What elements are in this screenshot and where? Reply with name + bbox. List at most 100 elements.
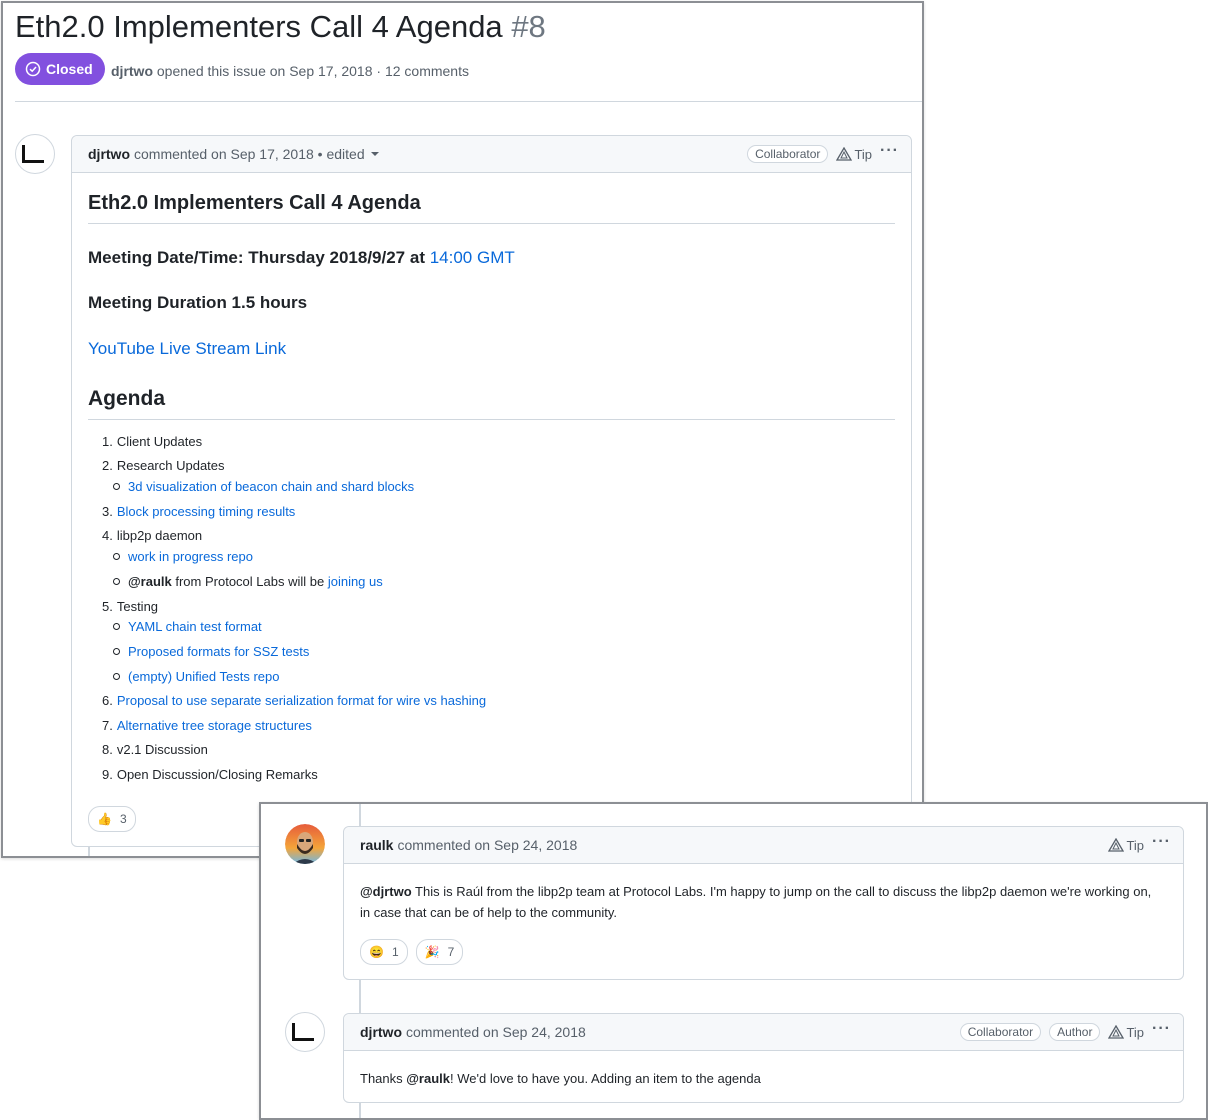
tip-label: Tip: [854, 146, 873, 162]
agenda-item-text: Research Updates: [116, 458, 225, 474]
more-options-icon[interactable]: ···: [1152, 833, 1171, 857]
item-number: 5.: [102, 598, 113, 614]
agenda-subitem: Proposed formats for SSZ tests: [113, 644, 309, 659]
triangle-tip-icon: [836, 147, 853, 161]
bullet-icon: [113, 578, 120, 586]
item-number: 7.: [102, 717, 113, 733]
mention-raulk[interactable]: @raulk: [128, 574, 172, 589]
timeline-line-bottom: [359, 1102, 361, 1118]
agenda-item: 2. Research Updates: [102, 458, 225, 473]
reply-text: Thanks @raulk! We'd love to have you. Ad…: [360, 1068, 1163, 1089]
raulk-comment: raulk commented on Sep 24, 2018 Tip ··· …: [343, 826, 1184, 980]
check-circle-icon: [25, 61, 41, 77]
agenda-link[interactable]: Alternative tree storage structures: [117, 718, 312, 733]
edited-dropdown-caret[interactable]: [370, 152, 379, 156]
issue-number: #8: [511, 9, 546, 44]
raulk-text: This is Raúl from the libp2p team at Pro…: [360, 884, 1152, 920]
tip-button[interactable]: Tip: [1108, 1025, 1144, 1040]
bullet-icon: [113, 672, 120, 680]
thumbs-up-reaction[interactable]: 👍 3: [88, 806, 136, 832]
issue-panel: Eth2.0 Implementers Call 4 Agenda #8 Clo…: [1, 1, 924, 858]
avatar-djrtwo[interactable]: [15, 134, 55, 174]
avatar-djrtwo-reply[interactable]: [285, 1012, 325, 1052]
mention-djrtwo[interactable]: @djrtwo: [360, 884, 412, 899]
agenda-item: 5. Testing: [102, 599, 158, 614]
agenda-item-text: libp2p daemon: [116, 528, 203, 544]
agenda-item: 3. Block processing timing results: [102, 504, 295, 519]
body-heading: Eth2.0 Implementers Call 4 Agenda: [88, 192, 895, 224]
agenda-item: 1. Client Updates: [102, 434, 202, 449]
comment-header: djrtwo commented on Sep 17, 2018 • edite…: [72, 136, 911, 173]
header-divider: [15, 101, 922, 102]
reply-text-a: Thanks: [360, 1071, 407, 1086]
closed-state-badge: Closed: [15, 53, 105, 85]
agenda-item-text: v2.1 Discussion: [116, 742, 208, 758]
youtube-stream-link[interactable]: YouTube Live Stream Link: [88, 339, 286, 358]
agenda-item-text: Testing: [116, 598, 159, 614]
tip-button[interactable]: Tip: [836, 147, 872, 162]
issue-author-link[interactable]: djrtwo: [111, 63, 153, 79]
comment-author[interactable]: djrtwo: [360, 1024, 402, 1040]
comment-author[interactable]: djrtwo: [88, 146, 130, 162]
bullet-icon: [113, 623, 120, 631]
comments-panel: raulk commented on Sep 24, 2018 Tip ··· …: [259, 802, 1208, 1120]
joining-us-link[interactable]: joining us: [328, 574, 383, 589]
agenda-subitem: work in progress repo: [113, 549, 253, 564]
agenda-item: 6. Proposal to use separate serialization…: [102, 693, 486, 708]
tada-icon: 🎉: [424, 945, 440, 959]
triangle-tip-icon: [1108, 1025, 1125, 1039]
agenda-item-text: Open Discussion/Closing Remarks: [116, 766, 318, 782]
agenda-link[interactable]: (empty) Unified Tests repo: [128, 669, 280, 684]
agenda-item: 7. Alternative tree storage structures: [102, 718, 312, 733]
item-number: 3.: [102, 504, 113, 520]
agenda-subitem: 3d visualization of beacon chain and sha…: [113, 479, 414, 494]
bullet-icon: [113, 648, 120, 656]
tip-label: Tip: [1126, 837, 1145, 853]
item-number: 9.: [102, 766, 113, 782]
comment-meta: commented on Sep 17, 2018 • edited: [134, 146, 365, 162]
timeline-line-mid: [359, 979, 361, 1013]
more-options-icon[interactable]: ···: [1152, 1020, 1171, 1044]
agenda-item: 4. libp2p daemon: [102, 528, 202, 543]
item-number: 2.: [102, 458, 113, 474]
meeting-date: Meeting Date/Time: Thursday 2018/9/27 at…: [88, 248, 515, 268]
reaction-count: 3: [119, 812, 127, 826]
tip-button[interactable]: Tip: [1108, 838, 1144, 853]
timeline-line-top: [359, 804, 361, 826]
bullet-icon: [113, 483, 120, 491]
issue-meta-text: opened this issue on Sep 17, 2018 · 12 c…: [156, 63, 469, 79]
agenda-link[interactable]: Proposal to use separate serialization f…: [117, 693, 486, 708]
triangle-tip-icon: [1108, 838, 1125, 852]
agenda-item-text: Client Updates: [116, 434, 203, 449]
meeting-duration: Meeting Duration 1.5 hours: [88, 293, 308, 312]
item-number: 4.: [102, 528, 113, 544]
smile-reaction[interactable]: 😄 1: [360, 939, 408, 965]
issue-title: Eth2.0 Implementers Call 4 Agenda #8: [15, 9, 546, 45]
meeting-time-link[interactable]: 14:00 GMT: [430, 248, 515, 267]
comment-header: raulk commented on Sep 24, 2018 Tip ···: [344, 827, 1183, 864]
agenda-link[interactable]: Proposed formats for SSZ tests: [128, 644, 309, 659]
avatar-glyph: [22, 145, 44, 163]
collaborator-badge: Collaborator: [959, 1023, 1042, 1041]
agenda-link[interactable]: 3d visualization of beacon chain and sha…: [128, 479, 414, 494]
raulk-comment-text: @djrtwo This is Raúl from the libp2p tea…: [360, 881, 1163, 923]
issue-body-comment: djrtwo commented on Sep 17, 2018 • edite…: [71, 135, 912, 847]
bullet-icon: [113, 553, 120, 561]
more-options-icon[interactable]: ···: [880, 142, 899, 166]
tada-reaction[interactable]: 🎉 7: [415, 939, 464, 965]
thumbs-up-icon: 👍: [97, 812, 112, 826]
comment-author[interactable]: raulk: [360, 837, 393, 853]
reply-text-b: ! We'd love to have you. Adding an item …: [450, 1071, 761, 1086]
agenda-link[interactable]: work in progress repo: [128, 549, 253, 564]
issue-title-text: Eth2.0 Implementers Call 4 Agenda: [15, 9, 503, 44]
reaction-count: 1: [391, 945, 399, 959]
agenda-link[interactable]: Block processing timing results: [117, 504, 295, 519]
agenda-link[interactable]: YAML chain test format: [128, 619, 262, 634]
avatar-raulk[interactable]: [285, 824, 325, 864]
stream-link-wrap: YouTube Live Stream Link: [88, 339, 286, 359]
reactions-bar: 😄 1 🎉 7: [360, 939, 464, 965]
agenda-item: 8. v2.1 Discussion: [102, 742, 208, 757]
agenda-subitem: (empty) Unified Tests repo: [113, 669, 280, 684]
avatar-glyph: [292, 1023, 314, 1041]
mention-raulk[interactable]: @raulk: [406, 1071, 450, 1086]
